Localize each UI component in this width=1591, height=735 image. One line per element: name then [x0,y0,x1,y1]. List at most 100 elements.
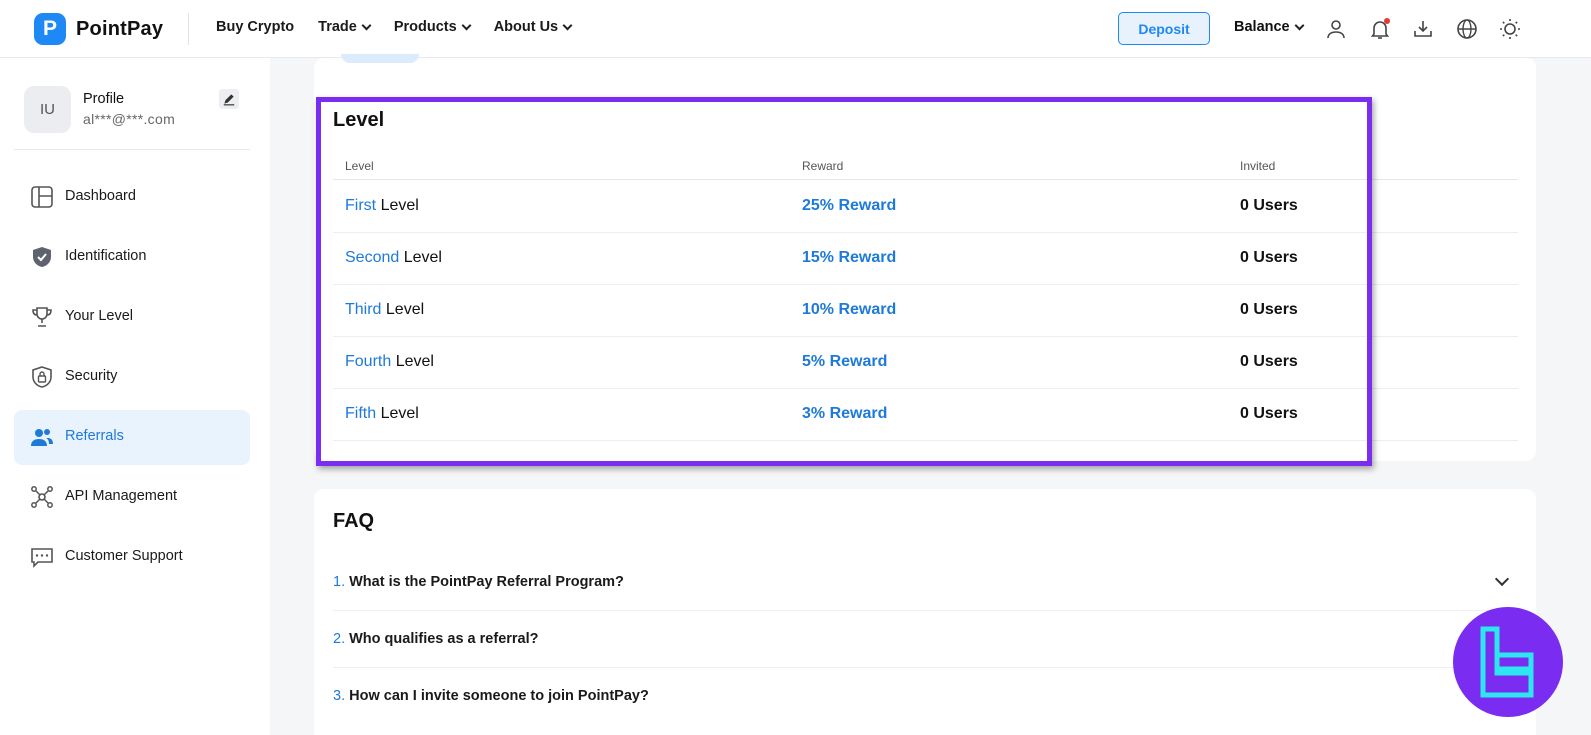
table-row-level: First Level [345,197,419,215]
faq-number: 1. [333,574,346,590]
pencil-icon [223,94,235,106]
sidebar-item-label: Referrals [65,428,124,444]
sidebar-item-label: Your Level [65,308,133,324]
edit-profile-button[interactable] [219,89,239,109]
chevron-down-icon [1294,20,1305,30]
chevron-down-icon [361,20,372,30]
faq-item[interactable]: 3. How can I invite someone to join Poin… [333,688,649,704]
nav-label: Buy Crypto [216,19,295,35]
shield-check-icon [33,247,51,267]
sidebar-item-dashboard[interactable]: Dashboard [14,170,250,225]
sidebar-item-label: Identification [65,248,147,264]
sidebar-divider [14,149,250,150]
level-ordinal: First [345,197,377,214]
faq-title: FAQ [333,510,375,532]
level-word: Level [395,353,434,370]
theme-sun-icon[interactable] [1498,17,1522,41]
table-row-invited: 0 Users [1240,249,1298,266]
level-word: Level [380,197,419,214]
table-row-level: Third Level [345,301,424,319]
table-row-invited: 0 Users [1240,301,1298,318]
sidebar-item-security[interactable]: Security [14,350,250,405]
table-row-reward: 3% Reward [802,405,888,422]
sidebar-item-api-management[interactable]: API Management [14,470,250,525]
table-row-level: Fifth Level [345,405,419,423]
nav-products[interactable]: Products [393,19,472,35]
table-row-invited: 0 Users [1240,197,1298,214]
sidebar-item-identification[interactable]: Identification [14,230,250,285]
table-row-reward: 25% Reward [802,197,897,214]
deposit-button[interactable]: Deposit [1118,12,1210,45]
top-header: P PointPay Buy Crypto Trade Products Abo… [0,0,1591,58]
level-card [314,58,1536,461]
sidebar-item-label: Security [65,368,118,384]
nav-about-us[interactable]: About Us [493,19,573,35]
balance-dropdown[interactable]: Balance [1234,19,1305,35]
user-icon[interactable] [1324,17,1348,41]
col-header-reward: Reward [802,159,844,173]
watermark-logo [1453,607,1563,717]
globe-icon[interactable] [1455,17,1479,41]
table-row-invited: 0 Users [1240,405,1298,422]
users-icon [31,429,53,446]
row-divider [333,232,1518,233]
faq-number: 2. [333,631,346,647]
nav-buy-crypto[interactable]: Buy Crypto [216,19,294,35]
chevron-down-icon [562,20,573,30]
chevron-down-icon [461,20,472,30]
col-header-invited: Invited [1240,159,1276,173]
faq-question: How can I invite someone to join PointPa… [349,688,649,704]
row-divider [333,284,1518,285]
table-row-reward: 10% Reward [802,301,897,318]
main-nav: Buy Crypto Trade Products About Us [216,19,573,35]
level-ordinal: Second [345,249,400,266]
nav-trade[interactable]: Trade [318,19,372,35]
logo-icon: P [34,13,66,45]
notification-bell-icon[interactable] [1368,17,1392,41]
level-word: Level [380,405,419,422]
network-icon [31,486,53,508]
faq-divider [333,610,1518,611]
faq-divider [333,667,1518,668]
col-header-level: Level [345,159,374,173]
level-word: Level [403,249,442,266]
profile-name: Profile [83,91,125,107]
level-word: Level [385,301,425,318]
sidebar: IU Profile al***@***.com Dashboard Ident… [0,58,270,735]
row-divider [333,336,1518,337]
table-row-reward: 5% Reward [802,353,888,370]
table-row-level: Fourth Level [345,353,434,371]
table-row-invited: 0 Users [1240,353,1298,370]
faq-item[interactable]: 2. Who qualifies as a referral? [333,631,539,647]
sidebar-item-referrals[interactable]: Referrals [14,410,250,465]
level-ordinal: Third [345,301,382,318]
sidebar-item-your-level[interactable]: Your Level [14,290,250,345]
shield-lock-icon [32,366,52,388]
avatar[interactable]: IU [24,86,71,133]
brand-logo[interactable]: P PointPay [34,13,163,45]
level-title: Level [333,109,385,131]
row-divider [333,388,1518,389]
sidebar-item-customer-support[interactable]: Customer Support [14,530,250,585]
faq-question: What is the PointPay Referral Program? [349,574,624,590]
level-ordinal: Fifth [345,405,377,422]
faq-number: 3. [333,688,346,704]
chat-icon [31,548,53,568]
nav-label: About Us [493,19,559,35]
nav-label: Products [393,19,457,35]
level-ordinal: Fourth [345,353,392,370]
header-divider [188,13,189,45]
trophy-icon [32,307,52,327]
download-icon[interactable] [1411,17,1435,41]
watermark-icon [1480,626,1534,698]
faq-item[interactable]: 1. What is the PointPay Referral Program… [333,574,624,590]
faq-question: Who qualifies as a referral? [349,631,539,647]
table-header-divider [333,179,1518,180]
profile-email: al***@***.com [83,111,176,127]
tab-indicator [341,54,419,63]
sidebar-item-label: API Management [65,488,178,504]
sidebar-item-label: Customer Support [65,548,183,564]
table-row-reward: 15% Reward [802,249,897,266]
balance-label: Balance [1234,19,1290,35]
brand-name: PointPay [76,17,164,40]
